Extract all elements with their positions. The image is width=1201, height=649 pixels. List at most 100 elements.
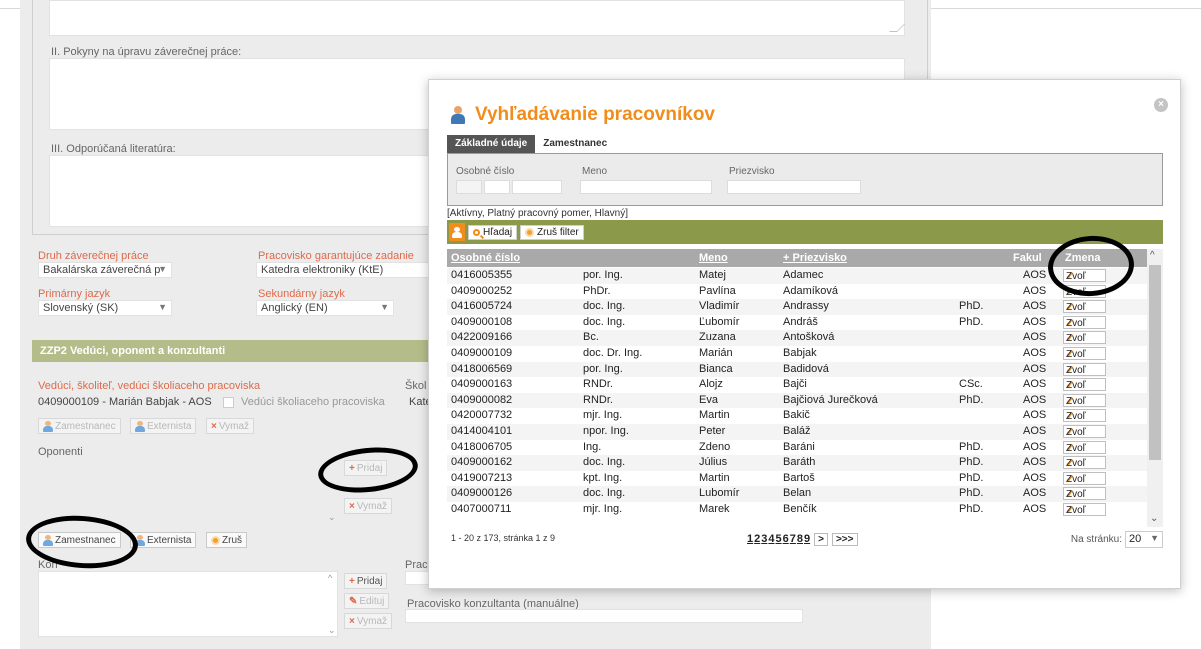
table-row[interactable]: 0414004101 npor. Ing. Peter Baláž AOS ✓ Zvoľ bbox=[447, 424, 1147, 440]
konzultanti-edituj-button[interactable]: ✎ Edituj bbox=[344, 593, 390, 609]
zvol-button[interactable]: ✓ Zvoľ bbox=[1063, 347, 1106, 360]
oponenti-list[interactable] bbox=[38, 458, 338, 520]
sekundarny-jazyk-select[interactable]: Anglický (EN) ▼ bbox=[256, 300, 394, 316]
button-label: Zamestnanec bbox=[55, 420, 116, 432]
konzultanti-list[interactable] bbox=[38, 571, 338, 637]
page-link[interactable]: 3 bbox=[761, 533, 767, 546]
page-link[interactable]: 5 bbox=[776, 533, 782, 546]
per-page-select[interactable]: 20 ▼ bbox=[1125, 531, 1163, 548]
table-row[interactable]: 0422009166 Bc. Zuzana Antošková AOS ✓ Zvoľ bbox=[447, 330, 1147, 346]
scrollbar-thumb[interactable] bbox=[1149, 265, 1161, 460]
priezvisko-input[interactable] bbox=[727, 180, 861, 194]
table-row[interactable]: 0409000082 RNDr. Eva Bajčiová Jurečková PhD.… bbox=[447, 392, 1147, 409]
primarny-jazyk-select[interactable]: Slovenský (SK) ▼ bbox=[38, 300, 172, 316]
col-fakulta[interactable]: Fakul bbox=[1013, 252, 1042, 264]
page-link[interactable]: 9 bbox=[804, 533, 810, 546]
cell-fakulta: AOS bbox=[1023, 315, 1047, 328]
cell-fakulta: AOS bbox=[1023, 269, 1047, 281]
cell-priezvisko: Andráš bbox=[783, 315, 818, 328]
pracovisko-konzultanta-input[interactable] bbox=[405, 609, 803, 623]
oponenti-vymaz-button[interactable]: × Vymaž bbox=[344, 498, 393, 514]
zvol-button[interactable]: ✓ Zvoľ bbox=[1063, 393, 1106, 407]
pracovisko-select[interactable]: Katedra elektroniky (KtE) bbox=[256, 262, 428, 278]
osobne-cislo-input-3[interactable] bbox=[512, 180, 562, 194]
col-priezvisko[interactable]: + Priezvisko bbox=[783, 252, 847, 264]
person-icon bbox=[452, 226, 462, 238]
oponent-externista-button[interactable]: Externista bbox=[130, 532, 197, 548]
close-icon[interactable]: × bbox=[1154, 98, 1168, 112]
zvol-button[interactable]: ✓ Zvoľ bbox=[1063, 425, 1106, 438]
zvol-button[interactable]: ✓ Zvoľ bbox=[1063, 331, 1106, 345]
table-row[interactable]: 0407000711 mjr. Ing. Marek Benčík PhD. AOS ✓ Zv… bbox=[447, 502, 1147, 518]
col-osobne-cislo[interactable]: Osobné číslo bbox=[451, 252, 520, 264]
tab-zamestnanec[interactable]: Zamestnanec bbox=[535, 135, 615, 153]
hladaj-button[interactable]: Hľadaj bbox=[468, 224, 518, 240]
veduci-vymaz-button[interactable]: × Vymaž bbox=[206, 418, 255, 434]
table-row[interactable]: 0409000109 doc. Dr. Ing. Marián Babjak AOS ✓ Z… bbox=[447, 346, 1147, 362]
cell-titul-za: PhD. bbox=[959, 503, 984, 515]
zvol-button[interactable]: ✓ Zvoľ bbox=[1063, 300, 1106, 314]
section1-textarea[interactable] bbox=[49, 0, 905, 36]
veduci-externista-button[interactable]: Externista bbox=[130, 418, 197, 434]
scroll-down-icon[interactable]: ⌄ bbox=[1150, 513, 1158, 524]
table-row[interactable]: 0416005355 por. Ing. Matej Adamec AOS ✓ Zvoľ bbox=[447, 268, 1147, 284]
cell-fakulta: AOS bbox=[1023, 471, 1047, 484]
scroll-up-icon[interactable]: ^ bbox=[328, 573, 332, 583]
page-link[interactable]: 1 bbox=[747, 533, 753, 546]
meno-input[interactable] bbox=[580, 180, 712, 194]
druh-label: Druh záverečnej práce bbox=[38, 250, 149, 262]
veduci-zamestnanec-button[interactable]: Zamestnanec bbox=[38, 418, 121, 434]
konzultanti-vymaz-button[interactable]: × Vymaž bbox=[344, 613, 393, 629]
scroll-down-icon[interactable]: ⌄ bbox=[328, 512, 336, 523]
table-row[interactable]: 0418006705 Ing. Zdeno Baráni PhD. AOS ✓ Zvoľ bbox=[447, 439, 1147, 456]
table-row[interactable]: 0420007732 mjr. Ing. Martin Bakič AOS ✓ Zvoľ bbox=[447, 408, 1147, 424]
zvol-button[interactable]: ✓ Zvoľ bbox=[1063, 409, 1106, 423]
table-row[interactable]: 0418006569 por. Ing. Bianca Badidová AOS ✓ Zvo… bbox=[447, 361, 1147, 378]
zvol-button[interactable]: ✓ Zvoľ bbox=[1063, 362, 1106, 376]
cell-osobne-cislo: 0422009166 bbox=[451, 331, 513, 344]
table-row[interactable]: 0409000163 RNDr. Alojz Bajči CSc. AOS ✓ Zvoľ bbox=[447, 377, 1147, 393]
cell-fakulta: AOS bbox=[1023, 425, 1047, 437]
table-row[interactable]: 0409000126 doc. Ing. Lubomír Belan PhD. AOS ✓ Z… bbox=[447, 486, 1147, 502]
veduci-checkbox[interactable] bbox=[223, 397, 234, 408]
zvol-button[interactable]: ✓ Zvoľ bbox=[1063, 440, 1106, 454]
table-row[interactable]: 0409000162 doc. Ing. Július Baráth PhD. AOS ✓ Z… bbox=[447, 455, 1147, 471]
zvol-button[interactable]: ✓ Zvoľ bbox=[1063, 487, 1106, 501]
chevron-down-icon: ▼ bbox=[380, 302, 389, 312]
page-link[interactable]: 2 bbox=[754, 533, 760, 546]
osobne-cislo-input-2[interactable] bbox=[484, 180, 510, 194]
scroll-down-icon[interactable]: ⌄ bbox=[328, 625, 336, 636]
cell-osobne-cislo: 0420007732 bbox=[451, 409, 513, 422]
zrus-filter-button[interactable]: Zruš filter bbox=[520, 224, 584, 240]
table-row[interactable]: 0409000252 PhDr. Pavlína Adamíková AOS ✓ Zvoľ bbox=[447, 283, 1147, 300]
resize-grip-icon[interactable] bbox=[889, 24, 905, 32]
next-page-button[interactable]: > bbox=[814, 533, 828, 546]
last-page-button[interactable]: >>> bbox=[831, 533, 858, 546]
table-row[interactable]: 0419007213 kpt. Ing. Martin Bartoš PhD. AOS ✓ Z… bbox=[447, 470, 1147, 487]
page-link[interactable]: 6 bbox=[783, 533, 789, 546]
tab-zakladne-udaje[interactable]: Základné údaje bbox=[447, 135, 536, 153]
cell-priezvisko: Bakič bbox=[783, 409, 810, 422]
table-scrollbar[interactable]: ^ ⌄ bbox=[1147, 249, 1163, 527]
button-label: Vymaž bbox=[356, 500, 388, 512]
konzultanti-pridaj-button[interactable]: + Pridaj bbox=[344, 573, 388, 589]
table-row[interactable]: 0416005724 doc. Ing. Vladimír Andrassy PhD. A… bbox=[447, 299, 1147, 315]
druh-select[interactable]: Bakalárska záverečná p ▼ bbox=[38, 262, 172, 278]
oponent-zrus-button[interactable]: Zruš bbox=[206, 532, 247, 548]
page-link[interactable]: 8 bbox=[797, 533, 803, 546]
zvol-button[interactable]: ✓ Zvoľ bbox=[1063, 456, 1106, 470]
cell-priezvisko: Bartoš bbox=[783, 471, 815, 484]
page-link[interactable]: 4 bbox=[768, 533, 774, 546]
zvol-button[interactable]: ✓ Zvoľ bbox=[1063, 315, 1106, 329]
zvol-button[interactable]: ✓ Zvoľ bbox=[1063, 471, 1106, 485]
osobne-cislo-input-1[interactable] bbox=[456, 180, 482, 194]
table-row[interactable]: 0409000108 doc. Ing. Ľubomír Andráš PhD. AOS ✓… bbox=[447, 314, 1147, 331]
page-link[interactable]: 7 bbox=[790, 533, 796, 546]
zvol-button[interactable]: ✓ Zvoľ bbox=[1063, 378, 1106, 392]
skol-label-partial: Škol bbox=[405, 380, 427, 392]
button-label: Zvoľ bbox=[1066, 505, 1086, 516]
button-label: Edituj bbox=[359, 595, 385, 607]
zvol-button[interactable]: ✓ Zvoľ bbox=[1063, 503, 1106, 516]
scroll-up-icon[interactable]: ^ bbox=[1150, 250, 1155, 261]
col-meno[interactable]: Meno bbox=[699, 252, 728, 264]
